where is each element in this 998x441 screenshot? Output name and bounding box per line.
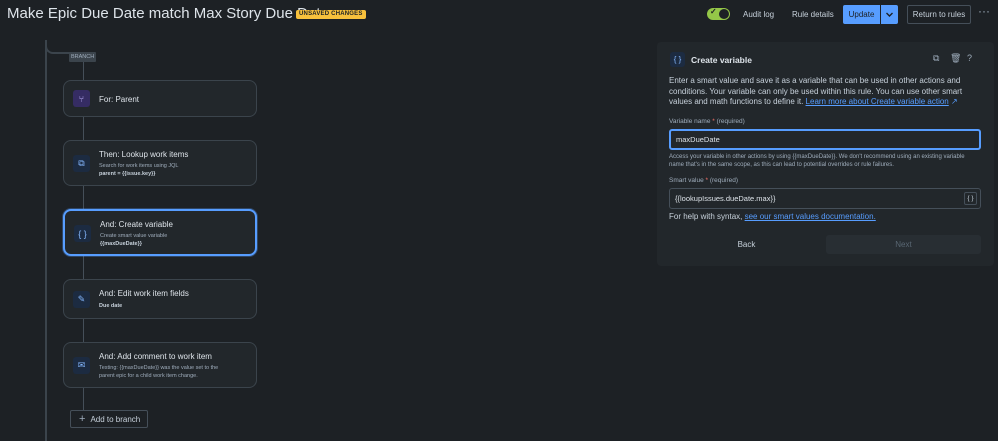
edit-icon: ✎ <box>73 291 90 308</box>
card-detail: parent = {{issue.key}} <box>99 171 156 177</box>
smart-value-text: {{lookupIssues.dueDate.max}} <box>675 194 776 203</box>
card-title: And: Edit work item fields <box>99 289 189 298</box>
flow-rail <box>45 40 47 441</box>
help-icon[interactable]: ? <box>967 53 972 63</box>
audit-log-button[interactable]: Audit log <box>743 6 774 23</box>
delete-icon[interactable]: 🗑 <box>950 53 961 64</box>
variable-braces-icon: { } <box>74 225 91 242</box>
comment-icon: ✉ <box>73 357 90 374</box>
rule-details-button[interactable]: Rule details <box>792 6 834 23</box>
card-title: Then: Lookup work items <box>99 150 189 159</box>
flow-card-add-comment[interactable]: ✉ And: Add comment to work item Testing:… <box>63 342 257 388</box>
variable-name-label-text: Variable name <box>669 118 711 125</box>
connector-line <box>83 117 84 140</box>
variable-name-label: Variable name * (required) <box>669 118 745 125</box>
smart-value-braces-icon[interactable]: { } <box>964 192 977 205</box>
required-text: (required) <box>709 177 739 184</box>
card-detail: parent epic for a child work item change… <box>99 373 198 379</box>
unsaved-changes-badge: UNSAVED CHANGES <box>296 10 366 19</box>
flow-card-create-variable[interactable]: { } And: Create variable Create smart va… <box>63 209 257 256</box>
next-button[interactable]: Next <box>826 235 981 254</box>
card-subtitle: Due date <box>99 303 123 309</box>
variable-name-input[interactable]: maxDueDate <box>669 129 981 150</box>
panel-title: Create variable <box>691 55 752 65</box>
panel-description: Enter a smart value and save it as a var… <box>669 76 985 108</box>
card-subtitle: Testing: {{maxDueDate}} was the value se… <box>99 365 219 371</box>
learn-more-link[interactable]: Learn more about Create variable action <box>806 97 949 106</box>
rule-title: Make Epic Due Date match Max Story Due D… <box>7 5 329 22</box>
more-options-icon[interactable]: ··· <box>978 4 990 18</box>
connector-line <box>83 319 84 342</box>
syntax-help-prefix: For help with syntax, <box>669 212 743 221</box>
smart-value-label-text: Smart value <box>669 177 704 184</box>
connector-line <box>83 62 84 80</box>
update-dropdown-button[interactable] <box>881 5 898 24</box>
duplicate-icon[interactable]: ⧉ <box>933 53 939 64</box>
required-asterisk: * <box>712 118 715 125</box>
smart-value-input[interactable]: {{lookupIssues.dueDate.max}} { } <box>669 188 981 209</box>
lookup-icon: ⧉ <box>73 155 90 172</box>
rule-enabled-toggle[interactable]: ✓ <box>707 7 730 20</box>
branch-label: BRANCH <box>69 52 97 62</box>
plus-icon: + <box>79 413 86 425</box>
flow-card-edit-work-item-fields[interactable]: ✎ And: Edit work item fields Due date <box>63 279 257 319</box>
card-subtitle: Create smart value variable <box>100 233 168 239</box>
card-title: And: Create variable <box>100 220 173 229</box>
flow-card-for-parent[interactable]: ⑂ For: Parent <box>63 80 257 117</box>
variable-name-helper: Access your variable in other actions by… <box>669 154 965 168</box>
add-to-branch-button[interactable]: + Add to branch <box>70 410 148 428</box>
card-title: For: Parent <box>99 95 140 104</box>
card-subtitle: Search for work items using JQL <box>99 163 179 169</box>
add-to-branch-label: Add to branch <box>90 415 141 424</box>
card-title: And: Add comment to work item <box>99 352 212 361</box>
flow-card-lookup-work-items[interactable]: ⧉ Then: Lookup work items Search for wor… <box>63 140 257 186</box>
chevron-down-icon <box>886 12 893 17</box>
branch-icon: ⑂ <box>73 90 90 107</box>
back-button[interactable]: Back <box>669 235 824 254</box>
syntax-help: For help with syntax, see our smart valu… <box>669 212 876 221</box>
required-text: (required) <box>716 118 745 125</box>
required-asterisk: * <box>705 177 709 184</box>
connector-line <box>83 256 84 279</box>
card-detail: {{maxDueDate}} <box>100 241 142 247</box>
connector-line <box>83 388 84 410</box>
connector-line <box>83 186 84 209</box>
header-bar: Make Epic Due Date match Max Story Due D… <box>0 0 998 30</box>
update-button[interactable]: Update <box>843 5 880 24</box>
smart-values-doc-link[interactable]: see our smart values documentation. <box>745 212 876 221</box>
toggle-knob <box>719 9 729 19</box>
external-link-icon: ↗ <box>950 97 958 106</box>
smart-value-label: Smart value * (required) <box>669 177 738 184</box>
variable-braces-icon: { } <box>670 52 685 67</box>
create-variable-panel: { } Create variable ⧉ 🗑 ? Enter a smart … <box>657 42 994 266</box>
check-icon: ✓ <box>710 7 717 16</box>
return-to-rules-button[interactable]: Return to rules <box>907 5 971 24</box>
